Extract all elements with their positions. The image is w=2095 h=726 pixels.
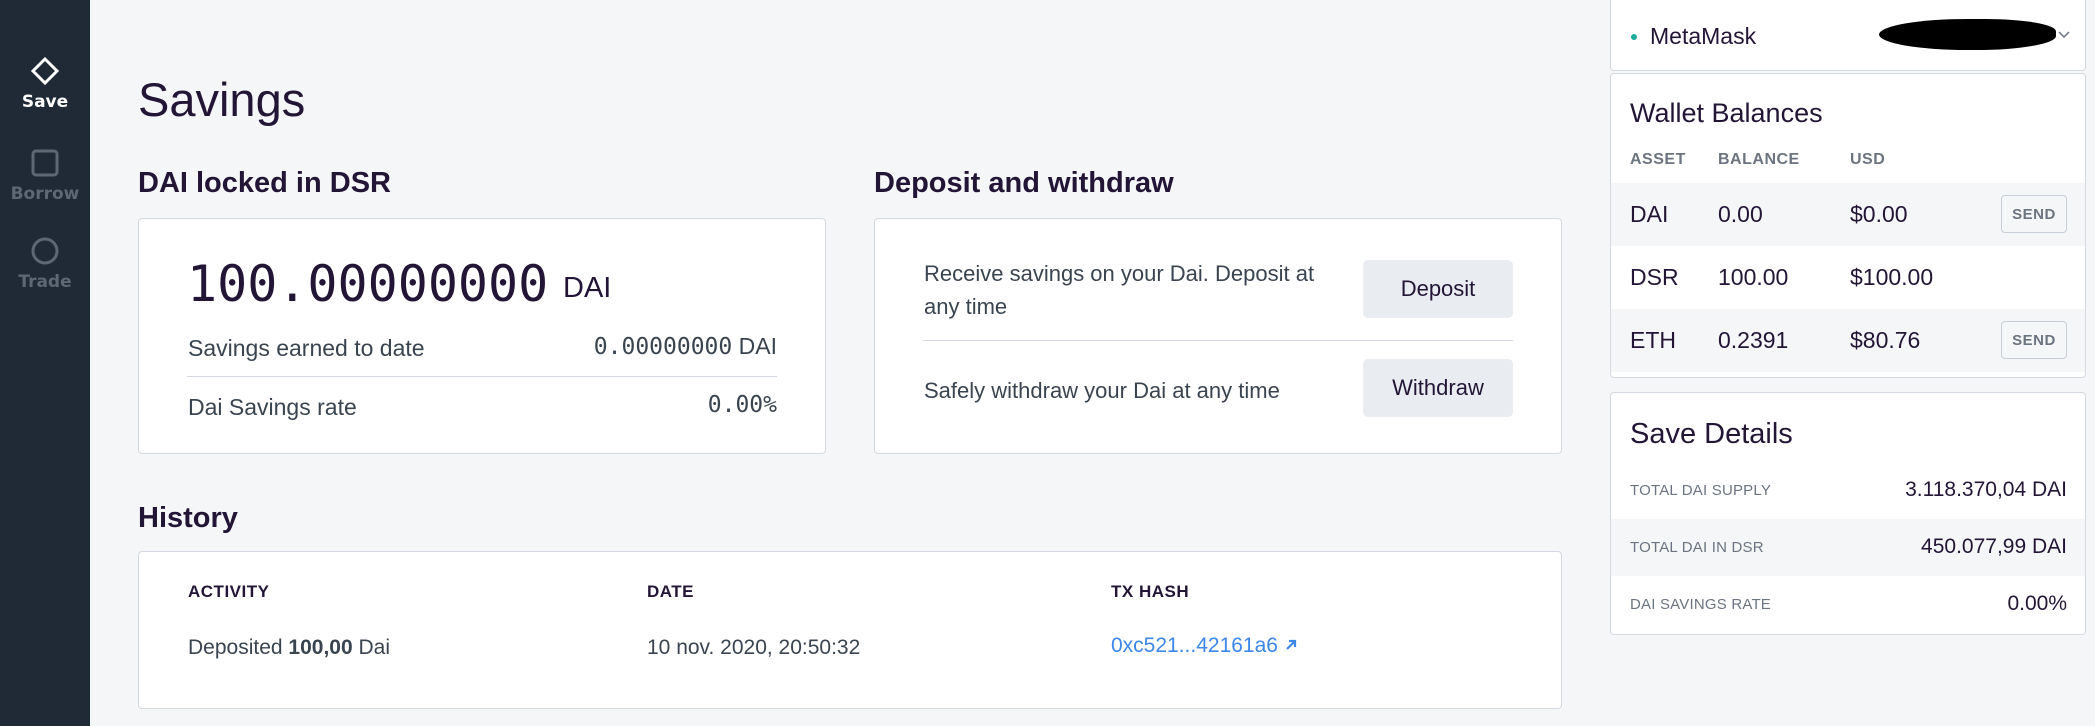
savings-earned-label: Savings earned to date xyxy=(188,335,425,361)
savings-earned-amount: 0.00000000 xyxy=(593,334,733,360)
dsr-amount: 100.00000000 xyxy=(187,255,549,313)
balance-cell: 0.2391 xyxy=(1718,327,1789,353)
sidebar-item-label: Save xyxy=(21,92,69,112)
balance-cell: 0.00 xyxy=(1718,201,1763,227)
detail-label: TOTAL DAI IN DSR xyxy=(1630,539,1764,556)
column-header-balance: BALANCE xyxy=(1718,151,1800,168)
sidebar: Save Borrow Trade xyxy=(0,0,90,726)
wallet-balances-card: Wallet Balances ASSET BALANCE USD DAI 0.… xyxy=(1610,73,2086,378)
tx-hash-link[interactable]: 0xc521...42161a6 xyxy=(1111,634,1299,658)
tx-hash-text: 0xc521...42161a6 xyxy=(1111,634,1278,657)
column-header-activity: ACTIVITY xyxy=(188,582,270,601)
sidebar-item-trade[interactable]: Trade xyxy=(0,236,90,292)
dsr-card: 100.00000000 DAI Savings earned to date … xyxy=(138,218,826,454)
usd-cell: $80.76 xyxy=(1850,327,1921,353)
detail-value: 450.077,99 DAI xyxy=(1921,535,2067,558)
asset-cell: ETH xyxy=(1630,327,1676,353)
history-table: ACTIVITY DATE TX HASH Deposited 100,00 D… xyxy=(138,551,1562,709)
chevron-down-icon xyxy=(2058,31,2070,39)
activity-suffix: Dai xyxy=(352,636,390,659)
balance-row-eth: ETH 0.2391 $80.76 SEND xyxy=(1611,309,2085,372)
sidebar-item-borrow[interactable]: Borrow xyxy=(0,148,90,204)
detail-row-savings-rate: DAI SAVINGS RATE 0.00% xyxy=(1611,576,2085,633)
square-icon xyxy=(31,149,59,177)
savings-earned-value: 0.00000000 DAI xyxy=(594,333,777,360)
wallet-selector[interactable]: MetaMask xyxy=(1610,0,2086,71)
circle-icon xyxy=(31,237,59,265)
withdraw-description: Safely withdraw your Dai at any time xyxy=(924,378,1280,403)
date-cell: 10 nov. 2020, 20:50:32 xyxy=(647,636,861,659)
page-title: Savings xyxy=(138,73,306,126)
deposit-withdraw-card: Receive savings on your Dai. Deposit at … xyxy=(874,218,1562,454)
savings-rate-label: Dai Savings rate xyxy=(188,394,357,420)
dsr-amount-unit: DAI xyxy=(563,272,612,304)
history-section-title: History xyxy=(138,502,238,534)
detail-label: TOTAL DAI SUPPLY xyxy=(1630,482,1772,499)
divider xyxy=(187,376,777,377)
asset-cell: DSR xyxy=(1630,264,1679,290)
diamond-icon xyxy=(30,56,60,86)
send-dai-button[interactable]: SEND xyxy=(2001,195,2067,233)
balance-cell: 100.00 xyxy=(1718,264,1789,290)
balance-row-dsr: DSR 100.00 $100.00 xyxy=(1611,246,2085,309)
divider xyxy=(923,340,1513,341)
connection-status-dot xyxy=(1631,34,1637,40)
detail-row-total-supply: TOTAL DAI SUPPLY 3.118.370,04 DAI xyxy=(1611,462,2085,519)
activity-cell: Deposited 100,00 Dai xyxy=(188,636,390,660)
activity-prefix: Deposited xyxy=(188,636,289,659)
detail-value: 0.00% xyxy=(2007,592,2067,615)
column-header-usd: USD xyxy=(1850,151,1886,168)
column-header-date: DATE xyxy=(647,582,695,601)
save-details-title: Save Details xyxy=(1630,418,1793,450)
usd-cell: $100.00 xyxy=(1850,264,1934,290)
detail-value: 3.118.370,04 DAI xyxy=(1905,478,2067,501)
sidebar-item-save[interactable]: Save xyxy=(0,56,90,112)
wallet-balances-title: Wallet Balances xyxy=(1630,98,1823,128)
wallet-name: MetaMask xyxy=(1650,23,1757,49)
save-details-card: Save Details TOTAL DAI SUPPLY 3.118.370,… xyxy=(1610,392,2086,635)
withdraw-button[interactable]: Withdraw xyxy=(1363,359,1513,417)
sidebar-item-label: Borrow xyxy=(10,184,80,204)
activity-amount: 100,00 xyxy=(288,636,353,659)
deposit-description: Receive savings on your Dai. Deposit at … xyxy=(924,261,1315,319)
external-link-icon xyxy=(1286,639,1297,650)
sidebar-item-label: Trade xyxy=(18,272,72,292)
send-eth-button[interactable]: SEND xyxy=(2001,321,2067,359)
savings-rate-value: 0.00% xyxy=(707,392,777,418)
asset-cell: DAI xyxy=(1630,201,1669,227)
column-header-asset: ASSET xyxy=(1630,151,1686,168)
deposit-button[interactable]: Deposit xyxy=(1363,260,1513,318)
detail-label: DAI SAVINGS RATE xyxy=(1630,596,1772,613)
savings-earned-unit: DAI xyxy=(738,333,777,359)
dsr-section-title: DAI locked in DSR xyxy=(138,167,391,199)
usd-cell: $0.00 xyxy=(1850,201,1908,227)
balance-row-dai: DAI 0.00 $0.00 SEND xyxy=(1611,183,2085,246)
deposit-withdraw-section-title: Deposit and withdraw xyxy=(874,167,1174,199)
redacted-address xyxy=(1879,19,2056,50)
column-header-tx-hash: TX HASH xyxy=(1111,582,1190,601)
detail-row-total-in-dsr: TOTAL DAI IN DSR 450.077,99 DAI xyxy=(1611,519,2085,576)
